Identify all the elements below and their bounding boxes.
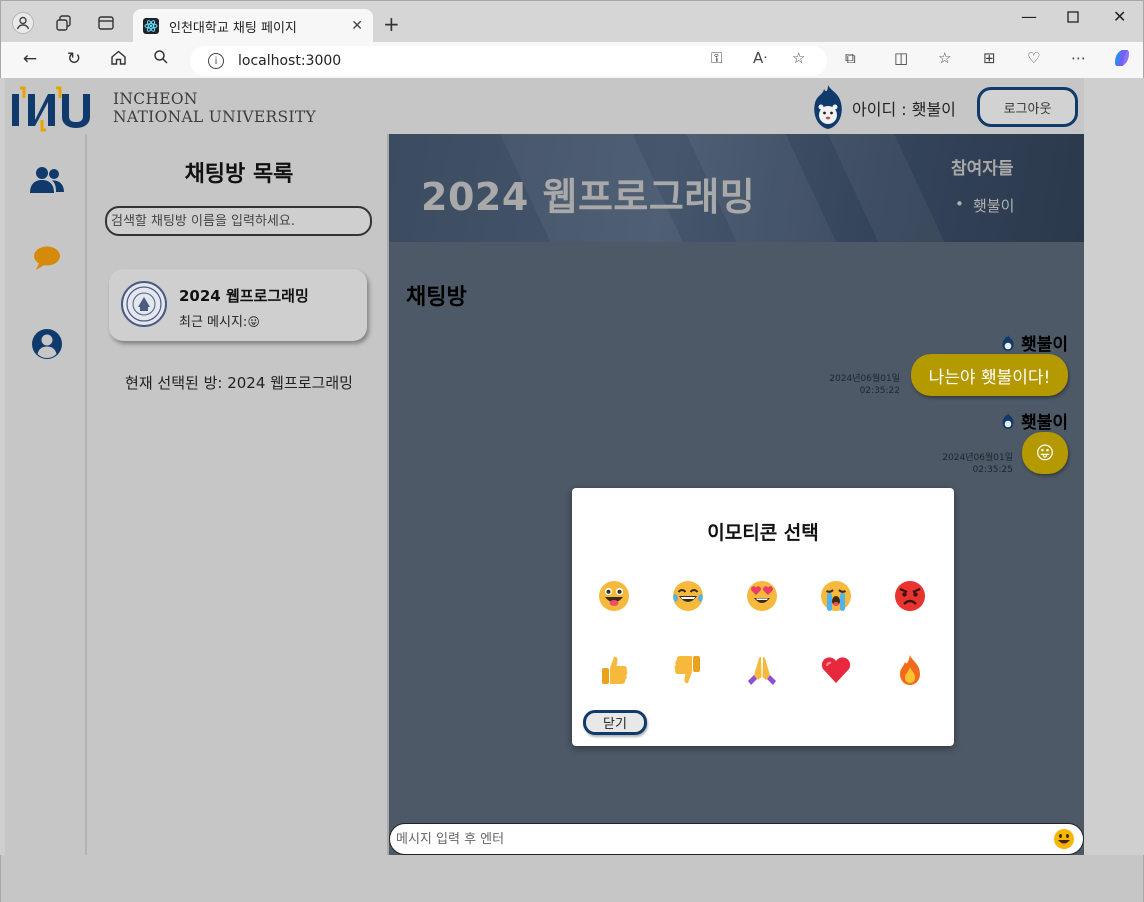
emoji-picker-icon[interactable] (1053, 828, 1075, 850)
message-timestamp: 2024년06월01일 02:35:22 (829, 373, 900, 397)
user-profile-icon[interactable] (29, 326, 65, 362)
emoji-picker-modal: 이모티콘 선택 닫기 (572, 488, 954, 746)
message-bubble: 나는야 횃불이다! (911, 354, 1068, 396)
room-search-input[interactable] (105, 206, 372, 236)
inu-logo (10, 84, 105, 132)
maximize-icon[interactable] (1067, 7, 1079, 27)
message-time: 02:35:22 (859, 386, 900, 396)
copilot-icon[interactable] (1111, 47, 1133, 73)
torch-mascot-avatar (809, 83, 847, 131)
key-icon[interactable]: ⚿ (711, 49, 722, 67)
room-name: 2024 웹프로그래밍 (179, 287, 309, 305)
emoji-tears-of-joy-icon[interactable] (668, 576, 708, 616)
banner-decoration (815, 134, 963, 242)
emoji-thumbs-up-icon[interactable] (594, 650, 634, 690)
page-bottom-strip (0, 855, 1144, 902)
chat-bubble-icon[interactable] (29, 240, 65, 276)
logout-button[interactable]: 로그아웃 (977, 87, 1078, 127)
message-sender: 횃불이 (1001, 408, 1068, 433)
message-sender-name: 횃불이 (1021, 335, 1068, 355)
emoji-thumbs-down-icon[interactable] (668, 650, 708, 690)
emoji-heart-eyes-icon[interactable] (742, 576, 782, 616)
profile-avatar (12, 12, 34, 34)
room-last-message-emoji: 😛 (247, 315, 260, 329)
home-icon[interactable] (107, 49, 129, 71)
room-last-message: 최근 메시지:😛 (179, 311, 260, 330)
university-seal-icon (121, 281, 167, 327)
message-input[interactable] (396, 828, 1036, 850)
emoji-fire-icon[interactable] (890, 650, 930, 690)
message-bubble-emoji: 😛 (1022, 432, 1068, 474)
browser-tab[interactable]: 인천대학교 채팅 페이지 ✕ (133, 9, 373, 43)
message-date: 2024년06월01일 (942, 453, 1013, 463)
selected-room-label: 현재 선택된 방: 2024 웹프로그래밍 (125, 374, 353, 392)
search-icon[interactable] (150, 49, 172, 70)
collections-icon[interactable]: ⊞ (983, 49, 996, 67)
read-aloud-icon[interactable]: Aᐧ (753, 49, 767, 67)
favorite-star-icon[interactable]: ☆ (792, 49, 805, 67)
torch-mascot-icon (1002, 412, 1014, 429)
more-menu-icon[interactable]: ⋯ (1071, 49, 1086, 67)
site-info-icon[interactable]: i (208, 53, 224, 69)
url-text: localhost:3000 (238, 53, 342, 69)
room-card[interactable]: 2024 웹프로그래밍 최근 메시지:😛 (109, 269, 367, 341)
side-navigation (5, 134, 87, 855)
tab-close-icon[interactable]: ✕ (351, 18, 363, 34)
logo-line-1: INCHEON (113, 90, 198, 108)
participants-title: 참여자들 (951, 159, 1014, 179)
message-date: 2024년06월01일 (829, 374, 900, 384)
react-favicon-icon (143, 18, 159, 34)
room-banner: 2024 웹프로그래밍 참여자들 횃불이 (389, 134, 1084, 242)
workspaces-icon[interactable] (52, 11, 76, 35)
close-window-icon[interactable]: ✕ (1113, 7, 1126, 26)
address-bar-row: ← ↻ i localhost:3000 ⚿ Aᐧ ☆ ⧉ ◫ ☆ ⊞ ♡ ⋯ (0, 42, 1144, 78)
extensions-icon[interactable]: ⧉ (845, 49, 856, 67)
room-last-message-label: 최근 메시지: (179, 315, 248, 330)
refresh-icon[interactable]: ↻ (63, 49, 85, 69)
torch-mascot-icon (1002, 334, 1014, 351)
browser-essentials-icon[interactable]: ♡ (1027, 49, 1040, 67)
message-composer (389, 823, 1084, 855)
message-timestamp: 2024년06월01일 02:35:25 (942, 452, 1013, 476)
message-time: 02:35:25 (972, 465, 1013, 475)
logo-line-2: NATIONAL UNIVERSITY (113, 108, 316, 126)
user-id-label: 아이디 : 횃불이 (852, 100, 956, 119)
url-field[interactable]: i localhost:3000 (190, 46, 827, 76)
tab-actions-icon[interactable] (94, 11, 118, 35)
room-banner-title: 2024 웹프로그래밍 (421, 175, 756, 219)
modal-close-button[interactable]: 닫기 (583, 710, 647, 735)
profile-icon[interactable] (11, 11, 35, 35)
tab-title: 인천대학교 채팅 페이지 (169, 20, 297, 36)
room-list-panel: 채팅방 목록 2024 웹프로그래밍 최근 메시지:😛 현재 선택된 방: 20… (89, 134, 389, 855)
room-list-title: 채팅방 목록 (184, 162, 294, 187)
emoji-tongue-icon[interactable] (594, 576, 634, 616)
logo-text: INCHEON NATIONAL UNIVERSITY (113, 90, 316, 126)
favorites-icon[interactable]: ☆ (938, 49, 951, 67)
emoji-angry-icon[interactable] (890, 576, 930, 616)
message-sender-name: 횃불이 (1021, 413, 1068, 433)
emoji-folded-hands-icon[interactable] (742, 650, 782, 690)
emoji-heart-icon[interactable] (816, 650, 856, 690)
chat-heading: 채팅방 (406, 285, 467, 310)
browser-tab-bar: 인천대학교 채팅 페이지 ✕ + — ✕ (0, 0, 1144, 43)
split-screen-icon[interactable]: ◫ (894, 49, 908, 67)
new-tab-icon[interactable]: + (383, 12, 400, 36)
message-sender: 횃불이 (1001, 330, 1068, 355)
back-arrow-icon[interactable]: ← (19, 49, 41, 69)
app-header: INCHEON NATIONAL UNIVERSITY 아이디 : 횃불이 로그… (5, 78, 1084, 134)
minimize-icon[interactable]: — (1021, 7, 1037, 26)
participant-item: 횃불이 (955, 195, 1015, 216)
users-icon[interactable] (29, 162, 65, 198)
emoji-crying-icon[interactable] (816, 576, 856, 616)
emoji-modal-title: 이모티콘 선택 (707, 522, 819, 544)
